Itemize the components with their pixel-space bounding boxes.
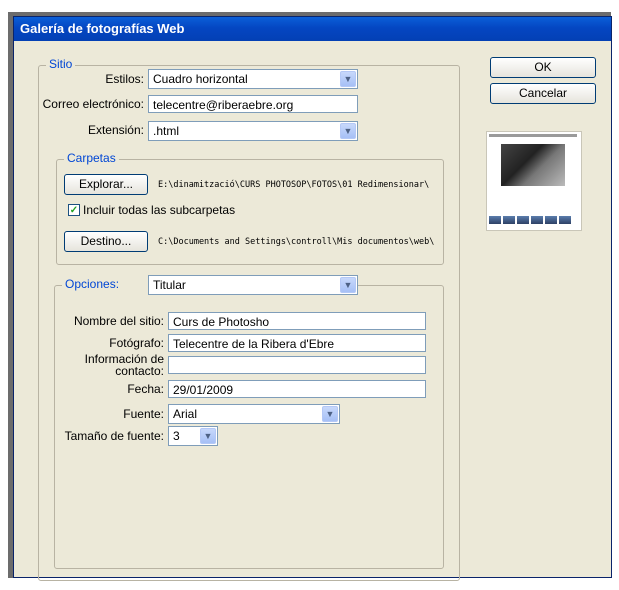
chevron-down-icon[interactable]: ▼ bbox=[340, 123, 356, 139]
photographer-label: Fotógrafo: bbox=[109, 336, 164, 350]
date-label: Fecha: bbox=[127, 382, 164, 396]
preview-thumbnail bbox=[531, 216, 543, 224]
preview-thumbnail bbox=[559, 216, 571, 224]
options-select[interactable]: Titular ▼ bbox=[148, 275, 358, 295]
font-label: Fuente: bbox=[123, 407, 164, 421]
extension-value: .html bbox=[153, 124, 180, 138]
cancel-button[interactable]: Cancelar bbox=[490, 83, 596, 104]
chevron-down-icon[interactable]: ▼ bbox=[200, 428, 216, 444]
chevron-down-icon[interactable]: ▼ bbox=[340, 71, 356, 87]
date-field[interactable]: 29/01/2009 bbox=[168, 380, 426, 398]
styles-select[interactable]: Cuadro horizontal ▼ bbox=[148, 69, 358, 89]
extension-select[interactable]: .html ▼ bbox=[148, 121, 358, 141]
include-subfolders-checkbox[interactable]: ✓ bbox=[68, 204, 80, 216]
font-size-label: Tamaño de fuente: bbox=[64, 429, 164, 443]
options-legend: Opciones: bbox=[62, 277, 148, 291]
font-value: Arial bbox=[173, 407, 198, 421]
styles-label: Estilos: bbox=[105, 72, 144, 86]
gallery-preview bbox=[486, 131, 582, 231]
ok-button[interactable]: OK bbox=[490, 57, 596, 78]
preview-thumbnail bbox=[545, 216, 557, 224]
font-size-select[interactable]: 3 ▼ bbox=[168, 426, 218, 446]
styles-value: Cuadro horizontal bbox=[153, 72, 248, 86]
site-legend: Sitio bbox=[46, 57, 76, 71]
web-photo-gallery-dialog: Galería de fotografías Web OK Cancelar S… bbox=[13, 16, 612, 581]
preview-photo bbox=[501, 144, 565, 186]
photographer-field[interactable]: Telecentre de la Ribera d'Ebre bbox=[168, 334, 426, 352]
font-size-value: 3 bbox=[173, 429, 180, 443]
source-path: E:\dinamització\CURS PHOTOSOP\FOTOS\01 R… bbox=[158, 180, 430, 190]
destination-button[interactable]: Destino... bbox=[64, 231, 148, 252]
contact-label-line-2: contacto: bbox=[115, 364, 164, 378]
options-value: Titular bbox=[153, 278, 186, 292]
chevron-down-icon[interactable]: ▼ bbox=[322, 406, 338, 422]
chevron-down-icon[interactable]: ▼ bbox=[340, 277, 356, 293]
browse-button[interactable]: Explorar... bbox=[64, 174, 148, 195]
site-name-label: Nombre del sitio: bbox=[73, 314, 164, 328]
title-bar: Galería de fotografías Web bbox=[14, 17, 611, 41]
destination-path: C:\Documents and Settings\controll\Mis d… bbox=[158, 237, 435, 247]
preview-thumbnail bbox=[489, 216, 501, 224]
preview-thumbnail bbox=[517, 216, 529, 224]
font-select[interactable]: Arial ▼ bbox=[168, 404, 340, 424]
folders-legend: Carpetas bbox=[64, 151, 119, 165]
email-field[interactable]: telecentre@riberaebre.org bbox=[148, 95, 358, 113]
preview-thumbnail bbox=[503, 216, 515, 224]
extension-label: Extensión: bbox=[87, 123, 144, 137]
email-label: Correo electrónico: bbox=[42, 97, 144, 111]
contact-field[interactable] bbox=[168, 356, 426, 374]
window-title: Galería de fotografías Web bbox=[20, 21, 185, 36]
site-name-field[interactable]: Curs de Photosho bbox=[168, 312, 426, 330]
include-subfolders-label: Incluir todas las subcarpetas bbox=[83, 203, 236, 217]
preview-header bbox=[489, 134, 577, 137]
